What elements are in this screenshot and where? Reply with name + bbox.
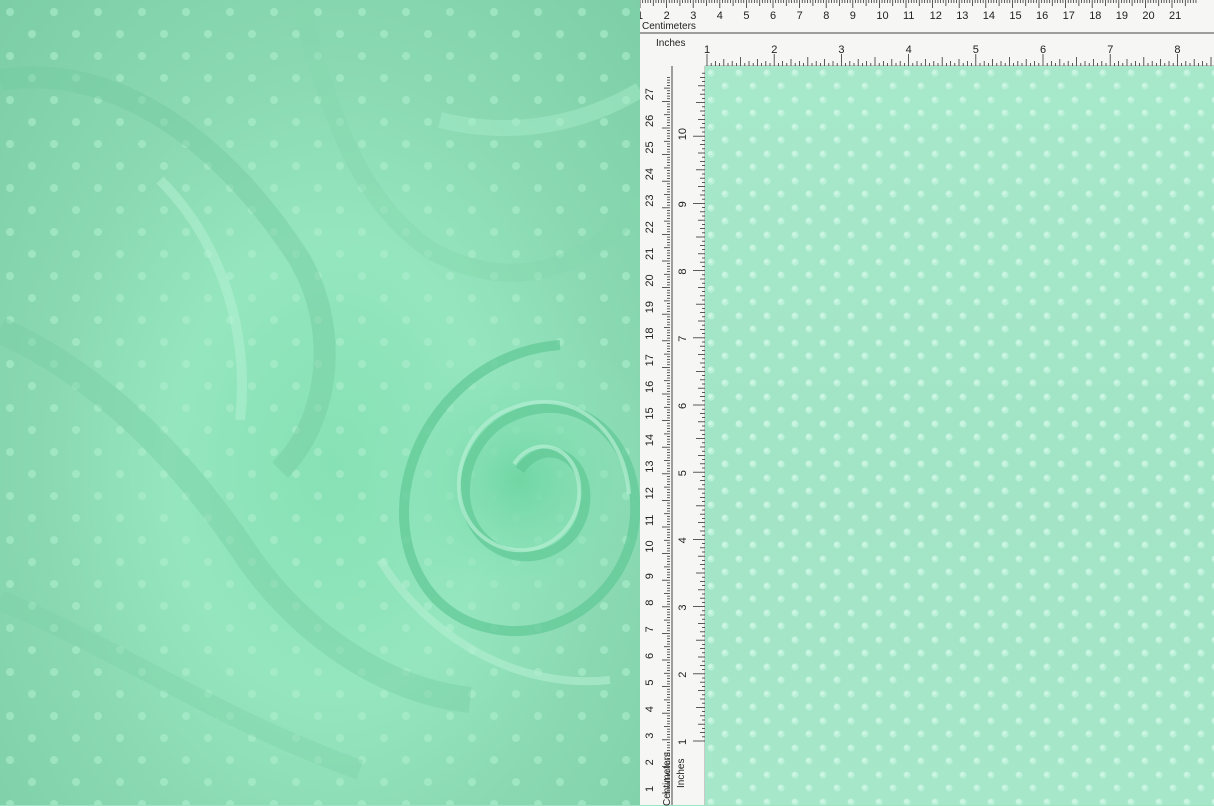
ruler-left-inch-number: 10 xyxy=(677,128,689,140)
ruler-top-cm-number: 5 xyxy=(743,10,749,22)
ruler-left-inch-number: 5 xyxy=(677,470,689,476)
ruler-left-cm-number: 3 xyxy=(644,733,656,739)
ruler-left-cm-number: 24 xyxy=(644,168,656,180)
ruler-left-cm-number: 12 xyxy=(644,487,656,499)
ruler-left-inch-number: 7 xyxy=(677,336,689,342)
ruler-top-cm-number: 17 xyxy=(1063,10,1075,22)
ruler-left-inch-number: 6 xyxy=(677,403,689,409)
ruler-left-inch-number: 4 xyxy=(677,537,689,543)
ruler-left-cm-number: 25 xyxy=(644,141,656,153)
ruler-top-scale: 1 2 3 4 5 6 7 8 9 10 11 12 13 14 15 16 17 18 19 20 211 2 3 4 5 6 7… xyxy=(640,0,1214,66)
ruler-left-scale: 1234567891011121314151617181920212223242… xyxy=(644,66,705,805)
ruler-left-cm-number: 20 xyxy=(644,274,656,286)
ruler-top-cm-number: 8 xyxy=(823,10,829,22)
ruler-top-cm-number: 20 xyxy=(1142,10,1154,22)
ruler-top-cm-number: 14 xyxy=(983,10,995,22)
ruler-left-inch-label: Inches xyxy=(676,758,687,788)
ruler-left-cm-number: 2 xyxy=(644,759,656,765)
ruler-top-cm-number: 19 xyxy=(1116,10,1128,22)
ruler-left-cm-number: 6 xyxy=(644,653,656,659)
ruler-top: 1 2 3 4 5 6 7 8 9 10 11 12 13 14 15 16 17 18 19 20 21 1 2 3 4 5 6 7… xyxy=(640,0,1214,66)
ruler-top-inch-label: Inches xyxy=(656,38,686,49)
ruler-top-cm-number: 18 xyxy=(1089,10,1101,22)
ruler-left-cm-number: 26 xyxy=(644,115,656,127)
ruler-top-cm-number: 16 xyxy=(1036,10,1048,22)
ruler-left-cm-number: 15 xyxy=(644,407,656,419)
ruler-top-cm-number: 4 xyxy=(717,10,723,22)
ruler-top-cm-number: 10 xyxy=(876,10,888,22)
ruler-left-cm-number: 17 xyxy=(644,354,656,366)
ruler-left-cm-label: Centimeters xyxy=(662,752,673,806)
ruler-top-cm-number: 15 xyxy=(1009,10,1021,22)
ruler-top-cm-number: 7 xyxy=(797,10,803,22)
ruler-left-inch-number: 1 xyxy=(677,739,689,745)
ruler-left-inch-number: 3 xyxy=(677,604,689,610)
ruler-left-cm-number: 10 xyxy=(644,540,656,552)
ruler-left-cm-number: 18 xyxy=(644,328,656,340)
ruler-left-cm-number: 9 xyxy=(644,573,656,579)
fabric-swirl-drawing xyxy=(0,0,640,805)
fabric-flat-swatch xyxy=(705,66,1214,805)
ruler-left-cm-number: 22 xyxy=(644,221,656,233)
ruler-left-cm-number: 5 xyxy=(644,679,656,685)
ruler-left-cm-number: 23 xyxy=(644,195,656,207)
ruler-top-cm-number: 6 xyxy=(770,10,776,22)
ruler-left-cm-number: 11 xyxy=(644,515,656,526)
ruler-left-cm-number: 27 xyxy=(644,88,656,100)
ruler-top-cm-number: 13 xyxy=(956,10,968,22)
ruler-left-inch-number: 8 xyxy=(677,268,689,274)
ruler-left-cm-number: 21 xyxy=(644,248,656,260)
ruler-left-cm-number: 7 xyxy=(644,626,656,632)
ruler-left: 1 2 3 4 5 6 7 8 9 10 11 12 13 14 15 16 17 18 19 20 21 22 23 24 2… xyxy=(640,66,705,806)
ruler-left-cm-number: 13 xyxy=(644,461,656,473)
ruler-left-cm-number: 14 xyxy=(644,434,656,446)
ruler-left-cm-number: 19 xyxy=(644,301,656,313)
ruler-top-cm-number: 9 xyxy=(850,10,856,22)
ruler-left-inch-number: 2 xyxy=(677,672,689,678)
ruler-top-cm-number: 21 xyxy=(1169,10,1181,22)
ruler-top-cm-number: 11 xyxy=(903,10,914,22)
ruler-left-inch-number: 9 xyxy=(677,201,689,207)
ruler-left-cm-number: 16 xyxy=(644,381,656,393)
ruler-top-cm-label: Centimeters xyxy=(642,21,696,32)
swiss-dot-pattern xyxy=(705,66,1214,805)
ruler-left-cm-number: 4 xyxy=(644,706,656,712)
fabric-swirl-photo xyxy=(0,0,640,805)
ruler-left-cm-number: 8 xyxy=(644,600,656,606)
ruler-top-cm-number: 12 xyxy=(930,10,942,22)
ruler-left-cm-number: 1 xyxy=(644,786,656,792)
